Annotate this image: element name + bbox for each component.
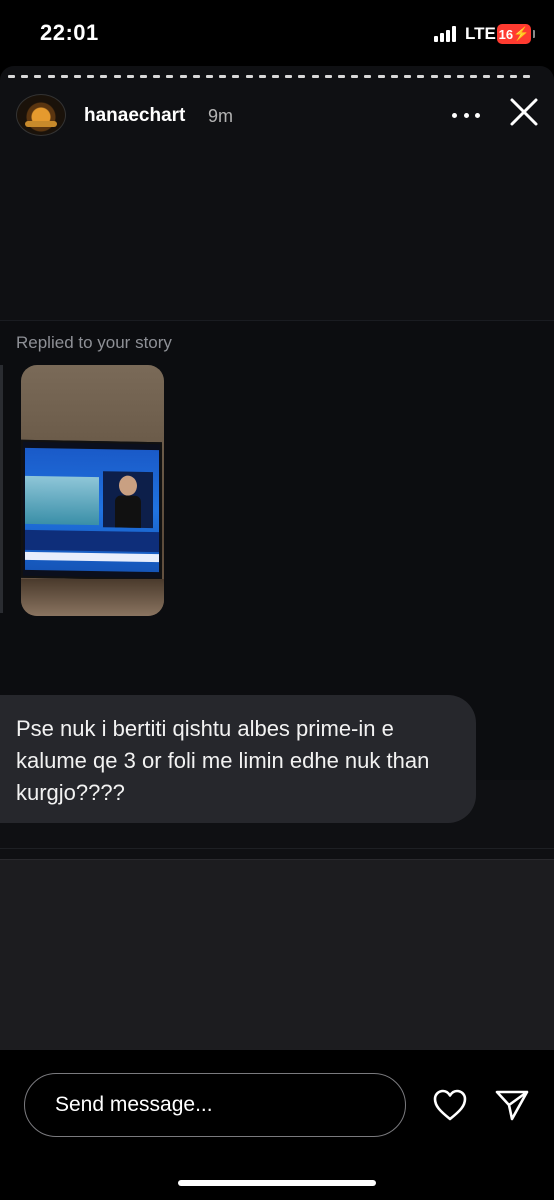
message-thread: Replied to your story Pse nuk i bertiti … [0, 320, 554, 823]
heart-icon[interactable] [432, 1088, 468, 1122]
time-ago: 9m [208, 106, 234, 126]
status-bar: 22:01 LTE 16 ⚡ [0, 0, 554, 66]
avatar[interactable] [16, 94, 66, 136]
tv-image [21, 439, 162, 581]
message-input[interactable] [24, 1073, 406, 1137]
send-icon[interactable] [494, 1087, 530, 1123]
composer-bar [0, 1050, 554, 1200]
replied-label: Replied to your story [16, 333, 172, 352]
story-header: hanaechart 9m [0, 94, 554, 140]
divider [0, 848, 554, 849]
more-horizontal-icon[interactable] [452, 105, 480, 125]
battery-icon: 16 ⚡ [497, 24, 535, 44]
story-overlay-area [0, 859, 554, 1050]
story-progress-bar [8, 75, 530, 78]
home-indicator [178, 1180, 376, 1186]
status-time: 22:01 [40, 20, 99, 45]
signal-icon [434, 26, 458, 42]
story-thumbnail[interactable] [21, 365, 164, 616]
story-panel[interactable]: hanaechart 9m Replied to your story Pse … [0, 66, 554, 1050]
close-icon[interactable] [506, 94, 542, 130]
message-text: Pse nuk i bertiti qishtu albes prime-in … [16, 716, 430, 805]
username[interactable]: hanaechart [84, 105, 185, 127]
battery-level: 16 [498, 26, 514, 42]
message-bubble[interactable]: Pse nuk i bertiti qishtu albes prime-in … [0, 695, 476, 823]
network-type: LTE [465, 24, 496, 43]
reply-indicator-bar [0, 365, 3, 613]
